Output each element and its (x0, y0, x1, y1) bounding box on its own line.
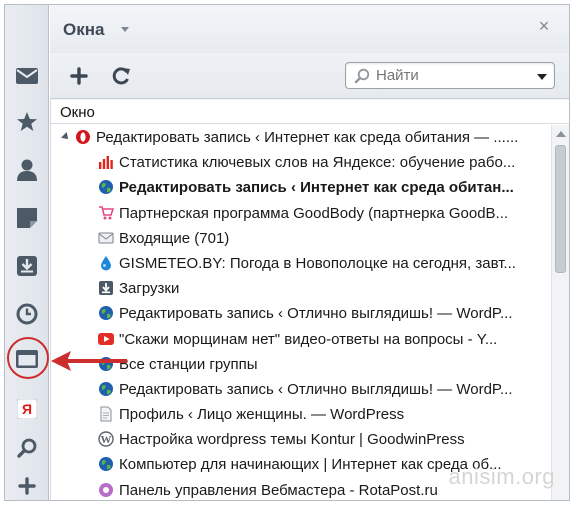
svg-text:W: W (101, 434, 112, 446)
youtube-icon (98, 332, 114, 345)
tab-row[interactable]: Статистика ключевых слов на Яндексе: обу… (51, 150, 551, 175)
globe-icon (99, 180, 113, 195)
download-icon (99, 281, 113, 296)
vertical-scrollbar[interactable] (551, 125, 569, 500)
search-icon (354, 68, 370, 84)
add-button[interactable] (66, 63, 92, 89)
opera-icon (76, 130, 90, 144)
plus-icon (70, 67, 88, 85)
cart-icon (99, 205, 114, 220)
wordpress-icon: W (98, 431, 114, 447)
search-dropdown-arrow-icon[interactable] (537, 74, 547, 80)
tab-row[interactable]: GISMETEO.BY: Погода в Новополоцке на сег… (51, 251, 551, 276)
mail-icon (98, 232, 114, 244)
tab-title: Профиль ‹ Лицо женщины. — WordPress (119, 406, 405, 424)
tab-row[interactable]: Профиль ‹ Лицо женщины. — WordPress (51, 402, 551, 427)
drop-icon (101, 255, 111, 271)
sidebar-yandex-icon[interactable]: Я (14, 396, 40, 422)
tab-row[interactable]: Редактировать запись ‹ Отлично выглядишь… (51, 377, 551, 402)
reload-icon (112, 67, 130, 85)
globe-icon (99, 457, 113, 472)
tab-title: Панель управления Вебмастера - RotaPost.… (119, 481, 438, 499)
tab-title: Все станции группы (119, 355, 258, 373)
tab-row[interactable]: Загрузки (51, 276, 551, 301)
tree-parent-label: Редактировать запись ‹ Интернет как сред… (96, 129, 519, 146)
tab-title: Компьютер для начинающих | Интернет как … (119, 456, 502, 474)
rotapost-icon (99, 482, 113, 497)
sidebar-note-icon[interactable] (14, 205, 40, 231)
tab-row[interactable]: Редактировать запись ‹ Отлично выглядишь… (51, 301, 551, 326)
tree-parent-row[interactable]: Редактировать запись ‹ Интернет как сред… (51, 125, 551, 150)
tab-row-active[interactable]: Редактировать запись ‹ Интернет как сред… (51, 175, 551, 200)
tab-title: GISMETEO.BY: Погода в Новополоцке на сег… (119, 254, 516, 272)
tab-row[interactable]: Партнерская программа GoodBody (партнерк… (51, 201, 551, 226)
tab-title: Настройка wordpress темы Kontur | Goodwi… (119, 431, 465, 449)
scroll-up-arrow-icon[interactable] (556, 131, 566, 137)
reload-button[interactable] (108, 63, 134, 89)
panel-header: Окна × (50, 5, 569, 53)
tab-title: Входящие (701) (119, 229, 230, 247)
scroll-thumb[interactable] (555, 145, 566, 273)
tab-row[interactable]: Входящие (701) (51, 226, 551, 251)
annotation-circle (7, 337, 49, 379)
search-input[interactable] (376, 66, 526, 85)
sidebar-clock-icon[interactable] (14, 301, 40, 327)
globe-icon (99, 381, 113, 396)
tab-title: Редактировать запись ‹ Отлично выглядишь… (119, 380, 513, 398)
search-box[interactable] (345, 62, 555, 89)
tab-title: Статистика ключевых слов на Яндексе: обу… (119, 154, 516, 172)
tree-rows: Редактировать запись ‹ Интернет как сред… (51, 125, 551, 500)
column-header-label: Окно (60, 104, 95, 121)
tab-title: "Скажи морщинам нет" видео-ответы на воп… (119, 330, 498, 348)
chevron-down-icon[interactable] (121, 27, 129, 32)
panel-title[interactable]: Окна (63, 20, 104, 40)
stats-chart-icon (99, 156, 113, 170)
panel-toolbar (50, 53, 569, 99)
tab-title: Редактировать запись ‹ Интернет как сред… (119, 179, 514, 197)
windows-tree: Окно Редактировать запись ‹ Интернет как… (50, 100, 569, 500)
annotation-arrow (51, 351, 127, 371)
column-header[interactable]: Окно (51, 100, 569, 124)
sidebar: Я (5, 5, 49, 500)
svg-text:Я: Я (22, 401, 32, 417)
sidebar-star-icon[interactable] (14, 109, 40, 135)
page-icon (100, 406, 112, 422)
sidebar-search-icon[interactable] (14, 435, 40, 461)
expand-toggle-icon[interactable] (61, 132, 71, 142)
tab-title: Загрузки (119, 280, 180, 298)
sidebar-mail-icon[interactable] (14, 63, 40, 89)
sidebar-person-icon[interactable] (14, 157, 40, 183)
windows-panel: Окна × Окно Редактирова (50, 5, 569, 500)
opera-windows-panel-frame: Я Окна × Окн (4, 4, 570, 501)
tab-row[interactable]: W Настройка wordpress темы Kontur | Good… (51, 427, 551, 452)
watermark: anisim.org (448, 464, 555, 489)
close-button[interactable]: × (536, 17, 552, 35)
tab-title: Партнерская программа GoodBody (партнерк… (119, 204, 509, 222)
sidebar-download-icon[interactable] (14, 253, 40, 279)
sidebar-plus-icon[interactable] (14, 473, 40, 499)
globe-icon (99, 306, 113, 321)
tab-title: Редактировать запись ‹ Отлично выглядишь… (119, 305, 513, 323)
